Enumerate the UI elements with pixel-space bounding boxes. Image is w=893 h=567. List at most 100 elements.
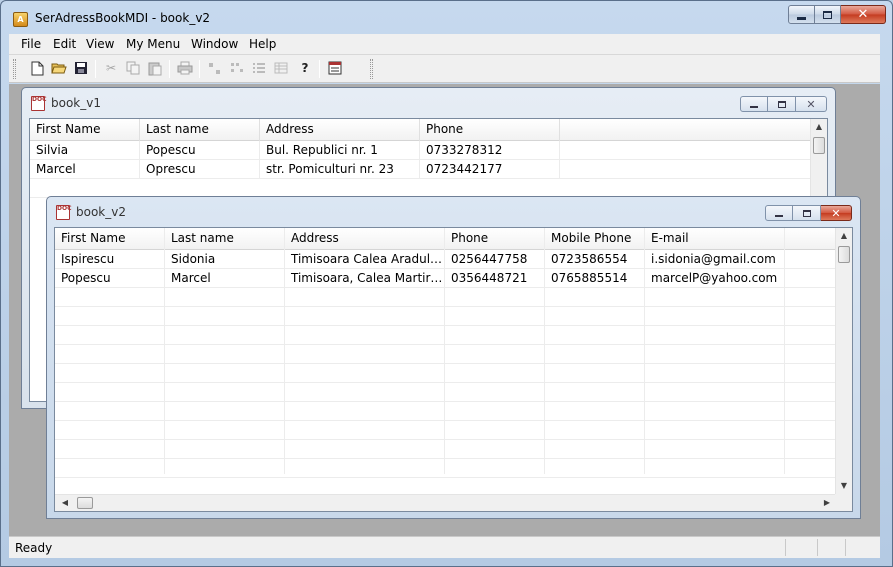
table-cell: str. Pomiculturi nr. 23 (260, 160, 420, 179)
menu-file[interactable]: File (21, 37, 41, 51)
large-icons-icon[interactable] (207, 60, 223, 76)
child-title: book_v2 (76, 205, 126, 219)
column-header[interactable]: E-mail (645, 228, 785, 250)
scroll-thumb[interactable] (838, 246, 850, 263)
minimize-icon (775, 215, 783, 217)
main-window: A SerAdressBookMDI - book_v2 ✕ File Edit… (0, 0, 893, 567)
minimize-icon (797, 16, 806, 20)
paste-icon[interactable] (147, 60, 163, 76)
table-row[interactable] (55, 326, 837, 345)
app-title: SerAdressBookMDI - book_v2 (35, 11, 211, 25)
copy-icon[interactable] (125, 60, 141, 76)
column-header[interactable]: Mobile Phone (545, 228, 645, 250)
mdi-client-area: DOC book_v1 ✕ First Name Last name Addre… (9, 84, 880, 536)
table-row[interactable] (55, 383, 837, 402)
menu-edit[interactable]: Edit (53, 37, 76, 51)
open-icon[interactable] (51, 60, 67, 76)
child-window-book-v2[interactable]: DOC book_v2 ✕ First Name Last name Addre… (46, 196, 861, 519)
scroll-thumb[interactable] (813, 137, 825, 154)
table-cell: Bul. Republici nr. 1 (260, 141, 420, 160)
table-row[interactable] (55, 307, 837, 326)
table-row[interactable] (55, 459, 837, 478)
grid-header: First Name Last name Address Phone (30, 119, 812, 141)
child-close-button[interactable]: ✕ (821, 205, 852, 221)
table-cell: Timisoara, Calea Martirilor... (285, 269, 445, 288)
small-icons-icon[interactable] (229, 60, 245, 76)
table-cell: Sidonia (165, 250, 285, 269)
grid-header: First Name Last name Address Phone Mobil… (55, 228, 837, 250)
maximize-button[interactable] (815, 5, 841, 24)
table-row[interactable]: Ispirescu Sidonia Timisoara Calea Aradul… (55, 250, 837, 269)
menu-window[interactable]: Window (191, 37, 238, 51)
table-row[interactable] (55, 345, 837, 364)
minimize-button[interactable] (788, 5, 815, 24)
table-cell: 0723442177 (420, 160, 560, 179)
scroll-right-icon[interactable]: ▶ (819, 495, 835, 511)
maximize-icon (823, 10, 832, 19)
child-restore-button[interactable] (793, 205, 821, 221)
details-icon[interactable] (273, 60, 289, 76)
list-icon[interactable] (251, 60, 267, 76)
table-cell: Ispirescu (55, 250, 165, 269)
scroll-up-icon[interactable]: ▲ (836, 228, 852, 244)
toolbar-separator (319, 60, 320, 78)
column-header[interactable]: First Name (30, 119, 140, 141)
close-icon: ✕ (857, 7, 869, 22)
close-icon: ✕ (831, 206, 841, 220)
toolbar-separator (169, 60, 170, 78)
scroll-left-icon[interactable]: ◀ (57, 495, 73, 511)
status-pane (785, 539, 817, 556)
new-icon[interactable] (29, 60, 45, 76)
column-header[interactable]: Last name (140, 119, 260, 141)
table-row[interactable]: Marcel Oprescu str. Pomiculturi nr. 23 0… (30, 160, 812, 179)
scroll-up-icon[interactable]: ▲ (811, 119, 827, 135)
vertical-scrollbar[interactable]: ▲ ▼ (835, 228, 852, 494)
menu-bar: File Edit View My Menu Window Help (9, 34, 880, 55)
toolbar-grip[interactable] (370, 59, 373, 79)
grid-book-v2[interactable]: First Name Last name Address Phone Mobil… (54, 227, 853, 512)
status-text: Ready (15, 541, 53, 555)
column-header[interactable]: Phone (445, 228, 545, 250)
help-icon[interactable]: ? (297, 60, 313, 76)
table-row[interactable] (55, 402, 837, 421)
horizontal-scrollbar[interactable]: ◀ ▶ (55, 494, 837, 511)
toolbar-grip[interactable] (13, 59, 16, 79)
child-minimize-button[interactable] (765, 205, 793, 221)
table-row[interactable] (55, 421, 837, 440)
save-icon[interactable] (73, 60, 89, 76)
status-pane (817, 539, 845, 556)
column-header[interactable]: Last name (165, 228, 285, 250)
table-cell: Silvia (30, 141, 140, 160)
column-header[interactable]: Address (285, 228, 445, 250)
child-minimize-button[interactable] (740, 96, 768, 112)
status-pane (845, 539, 879, 556)
table-row[interactable]: Silvia Popescu Bul. Republici nr. 1 0733… (30, 141, 812, 160)
table-row[interactable] (55, 440, 837, 459)
scroll-down-icon[interactable]: ▼ (836, 478, 852, 494)
cut-icon[interactable]: ✂ (103, 60, 119, 76)
menu-my-menu[interactable]: My Menu (126, 37, 180, 51)
close-icon: ✕ (806, 97, 816, 111)
child-close-button[interactable]: ✕ (796, 96, 827, 112)
column-header[interactable]: Address (260, 119, 420, 141)
column-header[interactable]: Phone (420, 119, 560, 141)
document-icon: DOC (31, 96, 46, 111)
table-cell: Marcel (30, 160, 140, 179)
table-cell: Marcel (165, 269, 285, 288)
scroll-thumb[interactable] (77, 497, 93, 509)
table-row[interactable] (55, 288, 837, 307)
child-restore-button[interactable] (768, 96, 796, 112)
table-cell: 0256447758 (445, 250, 545, 269)
size-grip[interactable] (835, 494, 852, 511)
menu-help[interactable]: Help (249, 37, 276, 51)
restore-icon (777, 100, 786, 108)
title-bar[interactable]: A SerAdressBookMDI - book_v2 ✕ (1, 1, 892, 34)
menu-view[interactable]: View (86, 37, 114, 51)
table-row[interactable]: Popescu Marcel Timisoara, Calea Martiril… (55, 269, 837, 288)
close-button[interactable]: ✕ (841, 5, 886, 24)
toolbar: ✂ ? (9, 55, 880, 83)
column-header[interactable]: First Name (55, 228, 165, 250)
table-icon[interactable] (327, 60, 343, 76)
print-icon[interactable] (177, 60, 193, 76)
table-row[interactable] (55, 364, 837, 383)
